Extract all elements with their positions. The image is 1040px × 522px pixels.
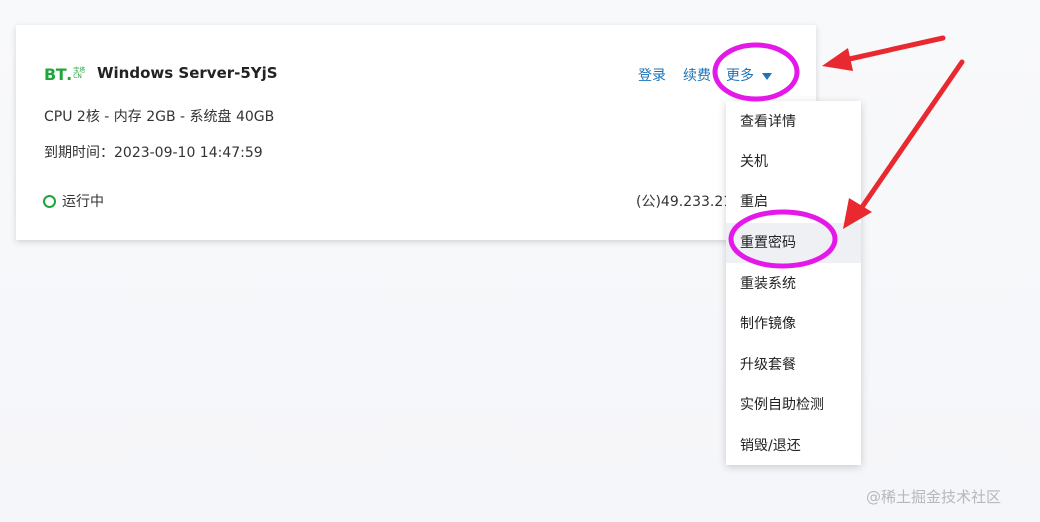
menu-item-create-image[interactable]: 制作镜像 xyxy=(726,304,861,344)
more-dropdown-menu: 查看详情 关机 重启 重置密码 重装系统 制作镜像 升级套餐 实例自助检测 销毁… xyxy=(726,101,861,465)
renew-link[interactable]: 续费 xyxy=(683,65,711,85)
public-ip: (公)49.233.21 xyxy=(636,194,728,210)
menu-item-reinstall[interactable]: 重装系统 xyxy=(726,264,861,304)
logo-text: BT xyxy=(44,64,67,84)
status-indicator: 运行中 xyxy=(43,191,104,211)
instance-name: Windows Server-5YjS xyxy=(97,64,278,82)
instance-card: BT . 宝塔 CN Windows Server-5YjS CPU 2核 - … xyxy=(16,25,816,240)
caret-down-icon xyxy=(762,72,772,80)
menu-item-shutdown[interactable]: 关机 xyxy=(726,142,861,182)
status-circle-icon xyxy=(43,194,56,208)
menu-item-view-details[interactable]: 查看详情 xyxy=(726,102,861,142)
menu-item-upgrade[interactable]: 升级套餐 xyxy=(726,345,861,385)
more-dropdown-button[interactable]: 更多 xyxy=(726,65,772,85)
instance-spec: CPU 2核 - 内存 2GB - 系统盘 40GB xyxy=(44,109,275,125)
more-label: 更多 xyxy=(726,68,754,84)
logo-small-bottom: CN xyxy=(73,73,82,80)
logo-small-text: 宝塔 CN xyxy=(73,68,85,80)
menu-item-self-check[interactable]: 实例自助检测 xyxy=(726,385,861,425)
bt-logo: BT . 宝塔 CN xyxy=(44,64,85,84)
status-text: 运行中 xyxy=(62,194,104,210)
menu-item-reset-password[interactable]: 重置密码 xyxy=(726,223,861,263)
login-link[interactable]: 登录 xyxy=(638,65,666,85)
menu-item-destroy[interactable]: 销毁/退还 xyxy=(726,426,861,466)
menu-item-restart[interactable]: 重启 xyxy=(726,182,861,222)
watermark: @稀土掘金技术社区 xyxy=(866,488,1002,506)
logo-dot: . xyxy=(66,64,73,84)
expire-time: 到期时间：2023-09-10 14:47:59 xyxy=(44,145,263,161)
